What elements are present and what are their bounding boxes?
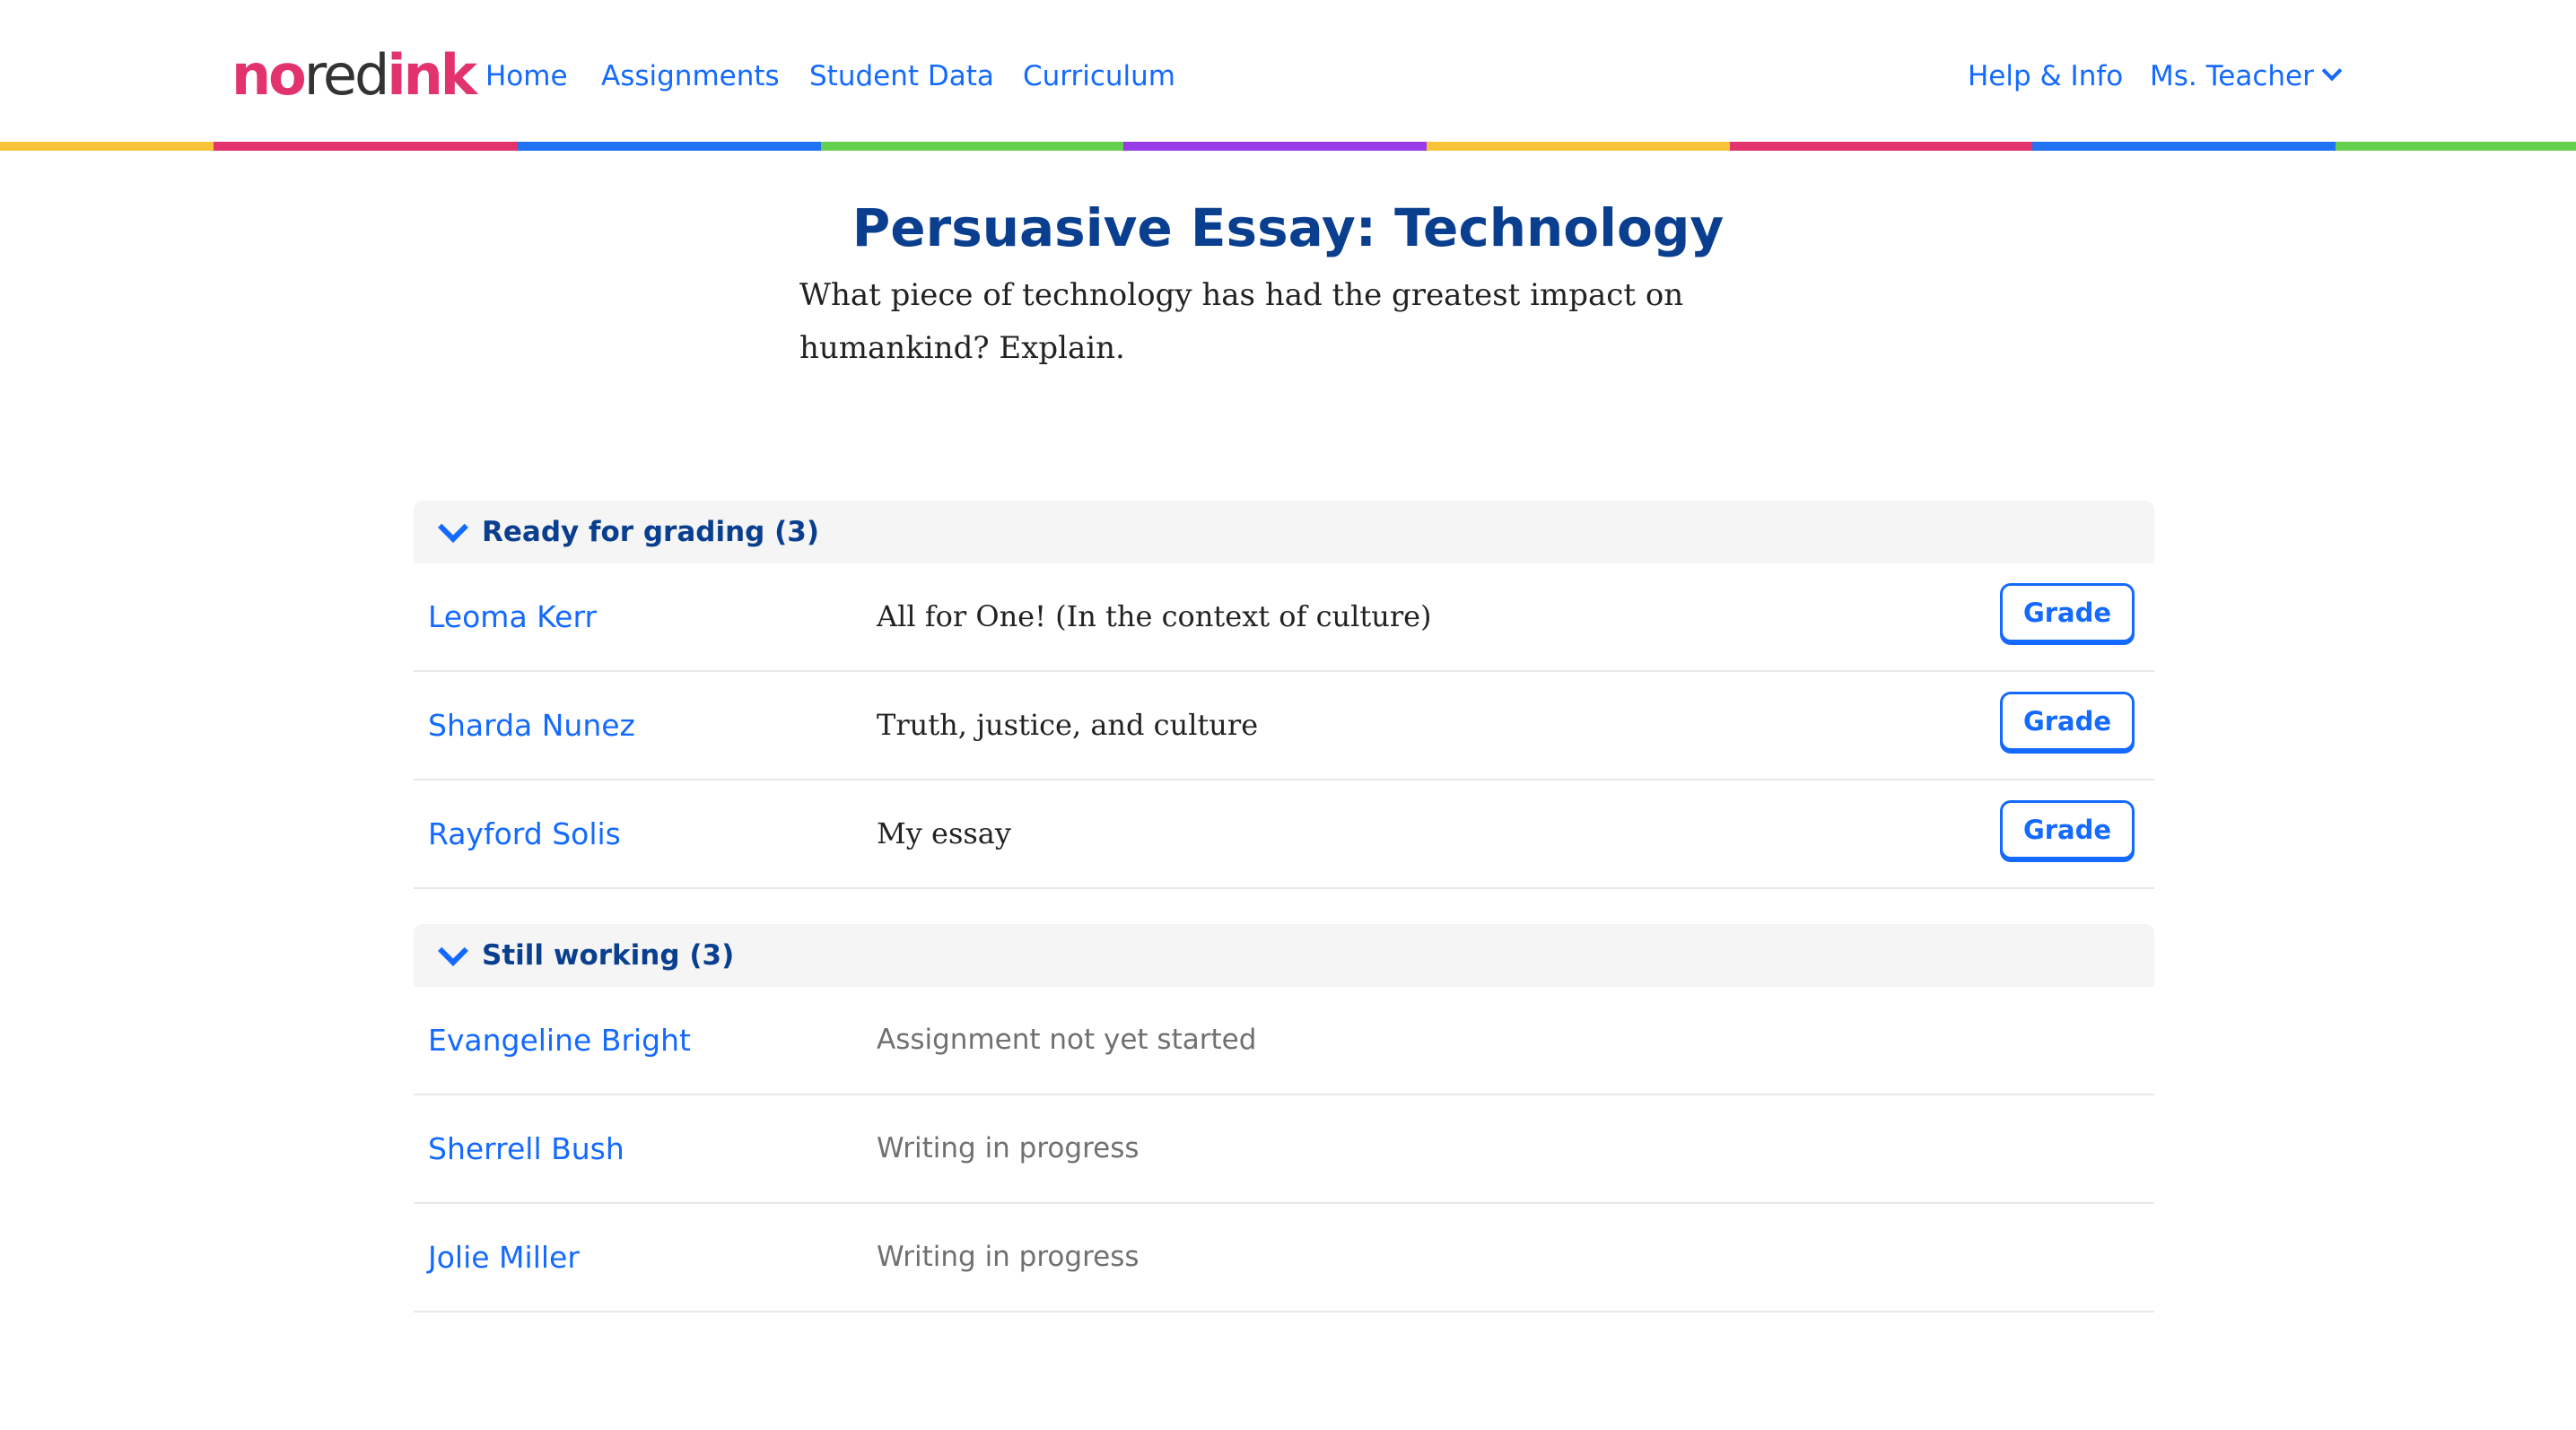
student-name-link[interactable]: Rayford Solis xyxy=(428,780,621,887)
grade-button[interactable]: Grade xyxy=(2000,800,2135,859)
student-name-link[interactable]: Leoma Kerr xyxy=(428,563,597,670)
student-name-link[interactable]: Sharda Nunez xyxy=(428,672,635,779)
user-menu-label: Ms. Teacher xyxy=(2150,60,2314,92)
student-name-link[interactable]: Sherrell Bush xyxy=(428,1095,624,1202)
rainbow-segment xyxy=(1123,142,1427,151)
table-row: Sherrell Bush Writing in progress xyxy=(414,1095,2154,1204)
status-text: Writing in progress xyxy=(877,1132,1140,1164)
nav-help-info[interactable]: Help & Info xyxy=(1968,54,2123,99)
assignment-title: Persuasive Essay: Technology xyxy=(851,197,1725,258)
assignment-prompt: What piece of technology has had the gre… xyxy=(799,277,1684,366)
essay-title: All for One! (In the context of culture) xyxy=(877,599,1432,633)
section-label: Still working (3) xyxy=(482,939,735,972)
rainbow-divider xyxy=(0,142,2576,151)
table-row: Leoma Kerr All for One! (In the context … xyxy=(414,563,2154,672)
rainbow-segment xyxy=(517,142,821,151)
logo-ink: ink xyxy=(387,42,477,108)
chevron-down-icon xyxy=(438,512,468,543)
rainbow-segment xyxy=(2335,142,2576,151)
status-text: Assignment not yet started xyxy=(877,1024,1257,1056)
nav-student-data[interactable]: Student Data xyxy=(809,54,994,99)
rainbow-segment xyxy=(2032,142,2336,151)
table-row: Rayford Solis My essay Grade xyxy=(414,780,2154,889)
student-name-link[interactable]: Jolie Miller xyxy=(428,1204,580,1311)
nav-assignments[interactable]: Assignments xyxy=(601,54,780,99)
rainbow-segment xyxy=(214,142,518,151)
table-row: Sharda Nunez Truth, justice, and culture… xyxy=(414,672,2154,780)
essay-title: Truth, justice, and culture xyxy=(877,708,1259,742)
nav-curriculum[interactable]: Curriculum xyxy=(1023,54,1175,99)
rainbow-segment xyxy=(0,142,214,151)
logo-red: red xyxy=(303,42,390,108)
rainbow-segment xyxy=(1729,142,2033,151)
chevron-down-icon xyxy=(438,936,468,966)
essay-title: My essay xyxy=(877,816,1011,850)
noredink-logo[interactable]: noredink xyxy=(231,39,477,111)
user-menu[interactable]: Ms. Teacher xyxy=(2150,54,2343,99)
logo-no: no xyxy=(231,42,307,108)
nav-home[interactable]: Home xyxy=(485,54,568,99)
table-row: Jolie Miller Writing in progress xyxy=(414,1204,2154,1312)
table-row: Evangeline Bright Assignment not yet sta… xyxy=(414,987,2154,1095)
section-header-still-working[interactable]: Still working (3) xyxy=(414,924,2154,987)
top-nav-bar: noredink Home Assignments Student Data C… xyxy=(0,0,2576,142)
grade-button[interactable]: Grade xyxy=(2000,583,2135,642)
chevron-down-icon xyxy=(2321,60,2343,82)
rainbow-segment xyxy=(1426,142,1730,151)
section-header-ready-for-grading[interactable]: Ready for grading (3) xyxy=(414,501,2154,563)
section-label: Ready for grading (3) xyxy=(482,516,820,548)
rainbow-segment xyxy=(820,142,1124,151)
status-text: Writing in progress xyxy=(877,1241,1140,1273)
grade-button[interactable]: Grade xyxy=(2000,692,2135,751)
student-name-link[interactable]: Evangeline Bright xyxy=(428,987,691,1094)
